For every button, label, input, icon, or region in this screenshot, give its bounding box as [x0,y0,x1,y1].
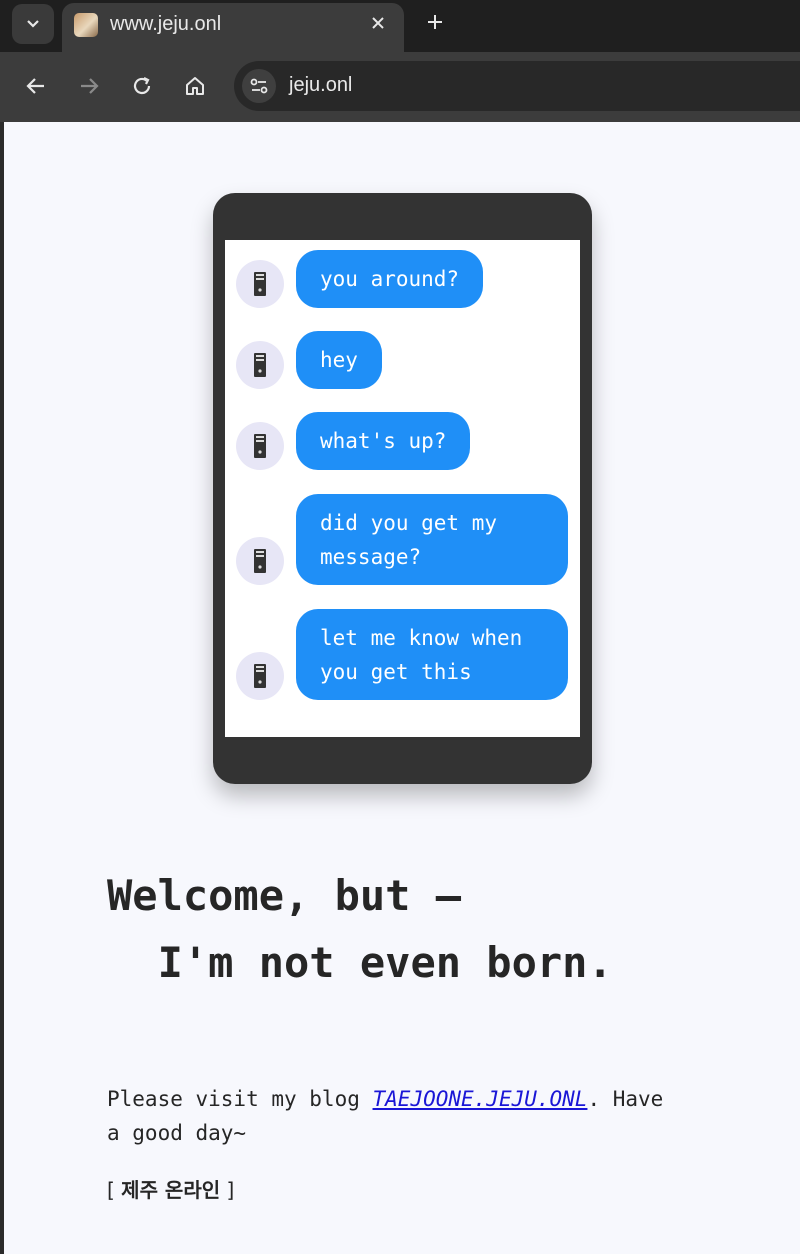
page-headline: Welcome, but — I'm not even born. [107,862,613,996]
window-edge [0,122,4,1254]
message-bubble: did you get my message? [296,494,568,585]
computer-tower-icon [254,664,266,688]
computer-tower-icon [254,353,266,377]
tab-title: www.jeju.onl [110,13,222,35]
avatar [236,422,284,470]
message-bubble: hey [296,331,382,389]
message-bubble: you around? [296,250,484,308]
avatar [236,652,284,700]
reload-icon [133,77,151,95]
arrow-right-icon [81,78,99,94]
message-bubble: what's up? [296,412,471,470]
chevron-down-icon [27,20,39,28]
close-tab-button[interactable] [366,11,390,35]
browser-toolbar: jeju.onl [0,52,800,122]
site-info-button[interactable] [242,69,276,103]
address-bar[interactable]: jeju.onl [234,61,800,111]
blog-paragraph: Please visit my blog TAEJOONE.JEJU.ONL. … [107,1082,687,1150]
forward-button[interactable] [73,70,105,102]
message-bubble: let me know when you get this [296,609,568,700]
arrow-left-icon [26,78,44,94]
headline-line-2: I'm not even born. [157,938,613,987]
close-icon [372,17,384,29]
browser-tab-bar: www.jeju.onl [0,0,800,52]
browser-tab[interactable]: www.jeju.onl [62,3,404,52]
phone-mockup: you around? hey what's up? did you get m… [213,193,592,784]
plus-icon [428,15,442,29]
avatar [236,260,284,308]
tab-search-button[interactable] [12,4,54,44]
back-button[interactable] [20,70,52,102]
footer-label: [ 제주 온라인 ] [107,1174,234,1203]
bracket-close: ] [220,1178,235,1202]
jeju-online-label: 제주 온라인 [121,1178,221,1202]
tune-icon [250,78,268,94]
computer-tower-icon [254,272,266,296]
avatar [236,537,284,585]
bracket-open: [ [107,1178,122,1202]
home-icon [186,77,204,95]
new-tab-button[interactable] [421,8,449,36]
url-text: jeju.onl [289,74,353,96]
computer-tower-icon [254,549,266,573]
chat-screen: you around? hey what's up? did you get m… [225,240,580,737]
blog-link[interactable]: TAEJOONE.JEJU.ONL [373,1087,588,1111]
site-favicon-icon [74,13,98,37]
computer-tower-icon [254,434,266,458]
headline-line-1: Welcome, but — [107,871,462,920]
reload-button[interactable] [126,70,158,102]
blog-text-prefix: Please visit my blog [107,1087,373,1111]
home-button[interactable] [179,70,211,102]
avatar [236,341,284,389]
